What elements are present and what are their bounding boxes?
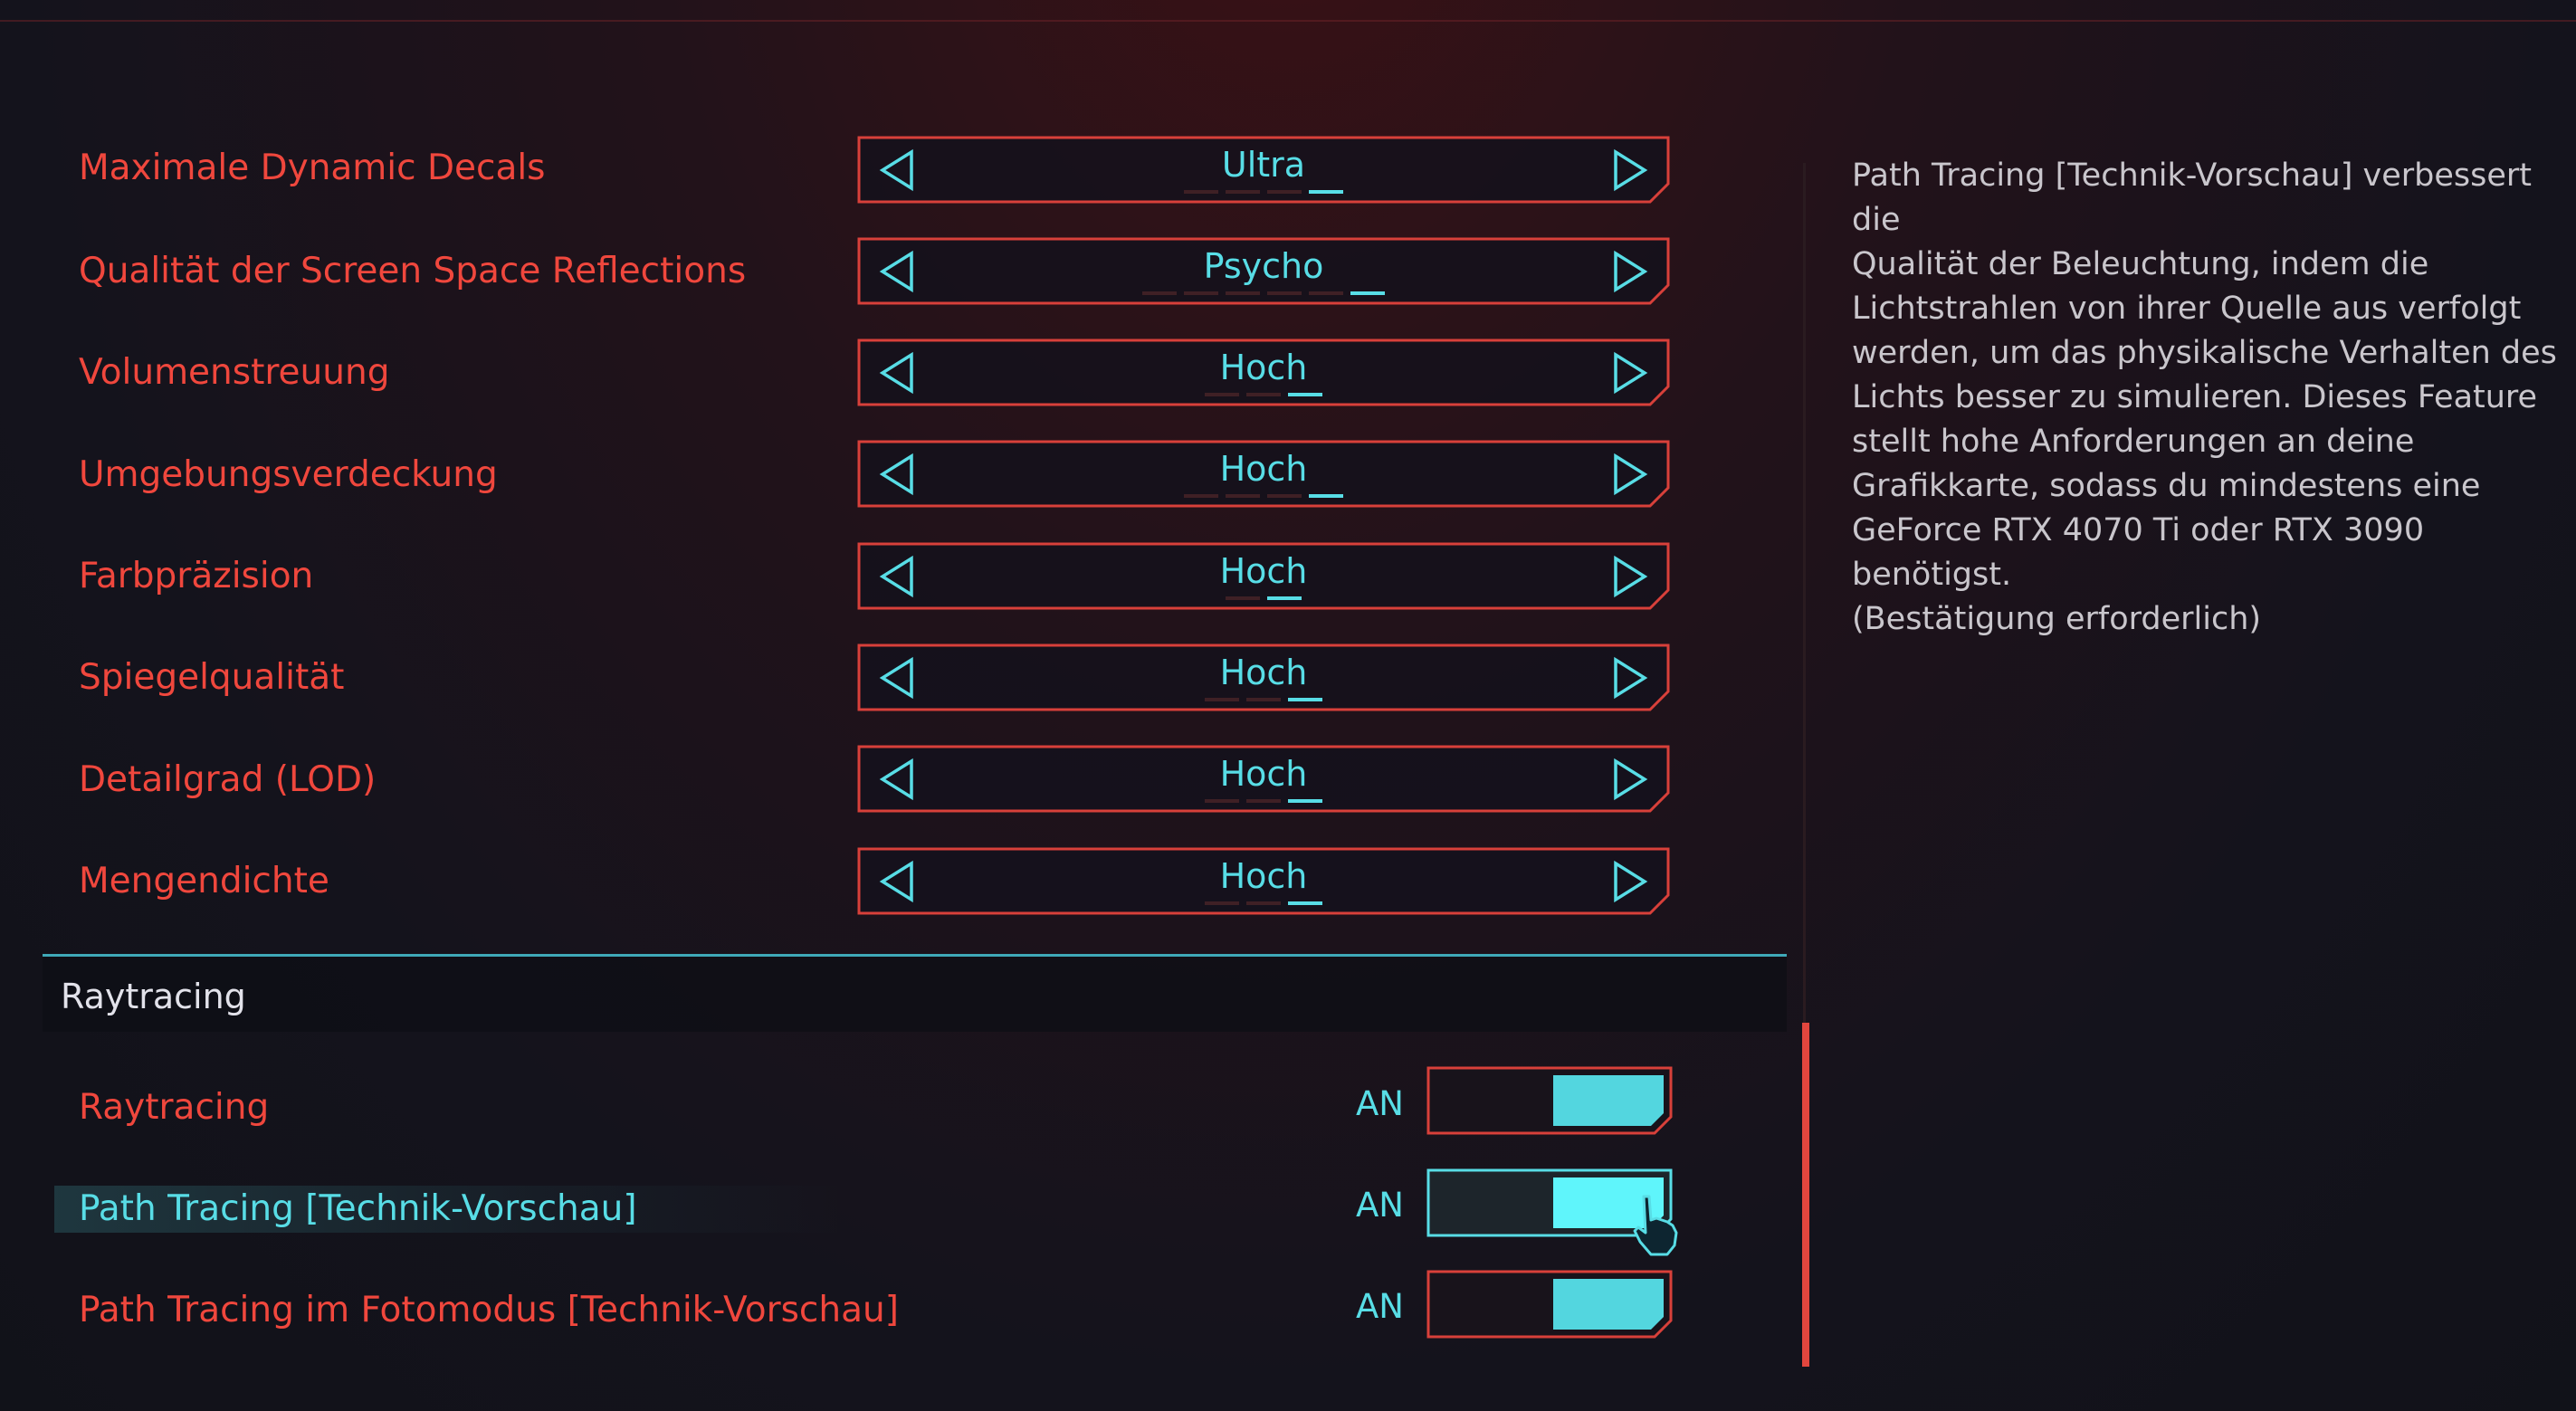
level-step — [1288, 698, 1322, 701]
level-step — [1267, 494, 1302, 498]
level-indicator — [857, 393, 1670, 396]
selector-value: Hoch — [1219, 551, 1308, 591]
hand-pointer-icon — [1633, 1195, 1678, 1256]
setting-description: Path Tracing [Technik-Vorschau] verbesse… — [1852, 157, 2557, 637]
selector-value: Hoch — [1219, 348, 1308, 387]
level-step — [1267, 291, 1302, 295]
toggle-switch — [1426, 1066, 1673, 1135]
toggle-label-path-tracing-photo-mode: Path Tracing im Fotomodus [Technik-Vorsc… — [79, 1290, 899, 1330]
toggle-path-tracing-photo-mode[interactable] — [1426, 1270, 1673, 1339]
toggle-label-path-tracing: Path Tracing [Technik-Vorschau] — [79, 1188, 637, 1229]
toggle-state-raytracing: AN — [1356, 1084, 1404, 1123]
level-indicator — [857, 291, 1670, 295]
level-step — [1205, 901, 1239, 905]
level-step — [1350, 291, 1385, 295]
level-step — [1246, 393, 1281, 396]
level-step — [1288, 799, 1322, 803]
selector-ssr-quality[interactable]: Psycho — [857, 237, 1670, 305]
section-header-raytracing: Raytracing — [43, 954, 1787, 1032]
level-step — [1226, 596, 1260, 600]
level-indicator — [857, 494, 1670, 498]
level-indicator — [857, 190, 1670, 194]
level-step — [1226, 494, 1260, 498]
toggle-switch — [1426, 1270, 1673, 1339]
level-indicator — [857, 901, 1670, 905]
scrollbar-thumb[interactable] — [1802, 1023, 1809, 1367]
setting-label-dynamic-decals: Maximale Dynamic Decals — [79, 148, 546, 188]
selector-value: Psycho — [1203, 246, 1324, 286]
selector-ambient-occlusion[interactable]: Hoch — [857, 440, 1670, 508]
setting-label-volumetric-scattering: Volumenstreuung — [79, 352, 390, 393]
selector-color-precision[interactable]: Hoch — [857, 542, 1670, 610]
setting-label-mirror-quality: Spiegelqualität — [79, 657, 345, 698]
level-step — [1288, 901, 1322, 905]
selector-lod[interactable]: Hoch — [857, 745, 1670, 813]
selector-crowd-density[interactable]: Hoch — [857, 847, 1670, 915]
level-step — [1246, 799, 1281, 803]
setting-label-ssr-quality: Qualität der Screen Space Reflections — [79, 251, 747, 291]
toggle-state-path-tracing-photo-mode: AN — [1356, 1287, 1404, 1326]
section-title: Raytracing — [61, 977, 246, 1016]
level-step — [1184, 190, 1218, 194]
level-step — [1309, 190, 1343, 194]
level-indicator — [857, 698, 1670, 701]
setting-label-crowd-density: Mengendichte — [79, 861, 329, 901]
selector-value: Ultra — [1221, 145, 1306, 185]
level-step — [1246, 901, 1281, 905]
top-border — [0, 0, 2576, 22]
setting-label-lod: Detailgrad (LOD) — [79, 759, 377, 800]
level-step — [1288, 393, 1322, 396]
selector-value: Hoch — [1219, 856, 1308, 896]
level-step — [1205, 799, 1239, 803]
level-step — [1246, 698, 1281, 701]
level-step — [1267, 190, 1302, 194]
selector-value: Hoch — [1219, 754, 1308, 794]
level-step — [1226, 190, 1260, 194]
level-step — [1142, 291, 1177, 295]
toggle-raytracing[interactable] — [1426, 1066, 1673, 1135]
level-step — [1309, 291, 1343, 295]
setting-label-ambient-occlusion: Umgebungsverdeckung — [79, 454, 498, 495]
level-step — [1205, 698, 1239, 701]
level-indicator — [857, 799, 1670, 803]
selector-value: Hoch — [1219, 449, 1308, 489]
selector-value: Hoch — [1219, 653, 1308, 692]
setting-label-color-precision: Farbpräzision — [79, 556, 314, 596]
toggle-state-path-tracing: AN — [1356, 1186, 1404, 1225]
level-step — [1184, 291, 1218, 295]
selector-mirror-quality[interactable]: Hoch — [857, 644, 1670, 711]
level-step — [1309, 494, 1343, 498]
level-step — [1226, 291, 1260, 295]
level-step — [1184, 494, 1218, 498]
selector-dynamic-decals[interactable]: Ultra — [857, 136, 1670, 204]
level-step — [1267, 596, 1302, 600]
level-step — [1205, 393, 1239, 396]
toggle-label-raytracing: Raytracing — [79, 1087, 270, 1128]
level-indicator — [857, 596, 1670, 600]
selector-volumetric-scattering[interactable]: Hoch — [857, 338, 1670, 406]
